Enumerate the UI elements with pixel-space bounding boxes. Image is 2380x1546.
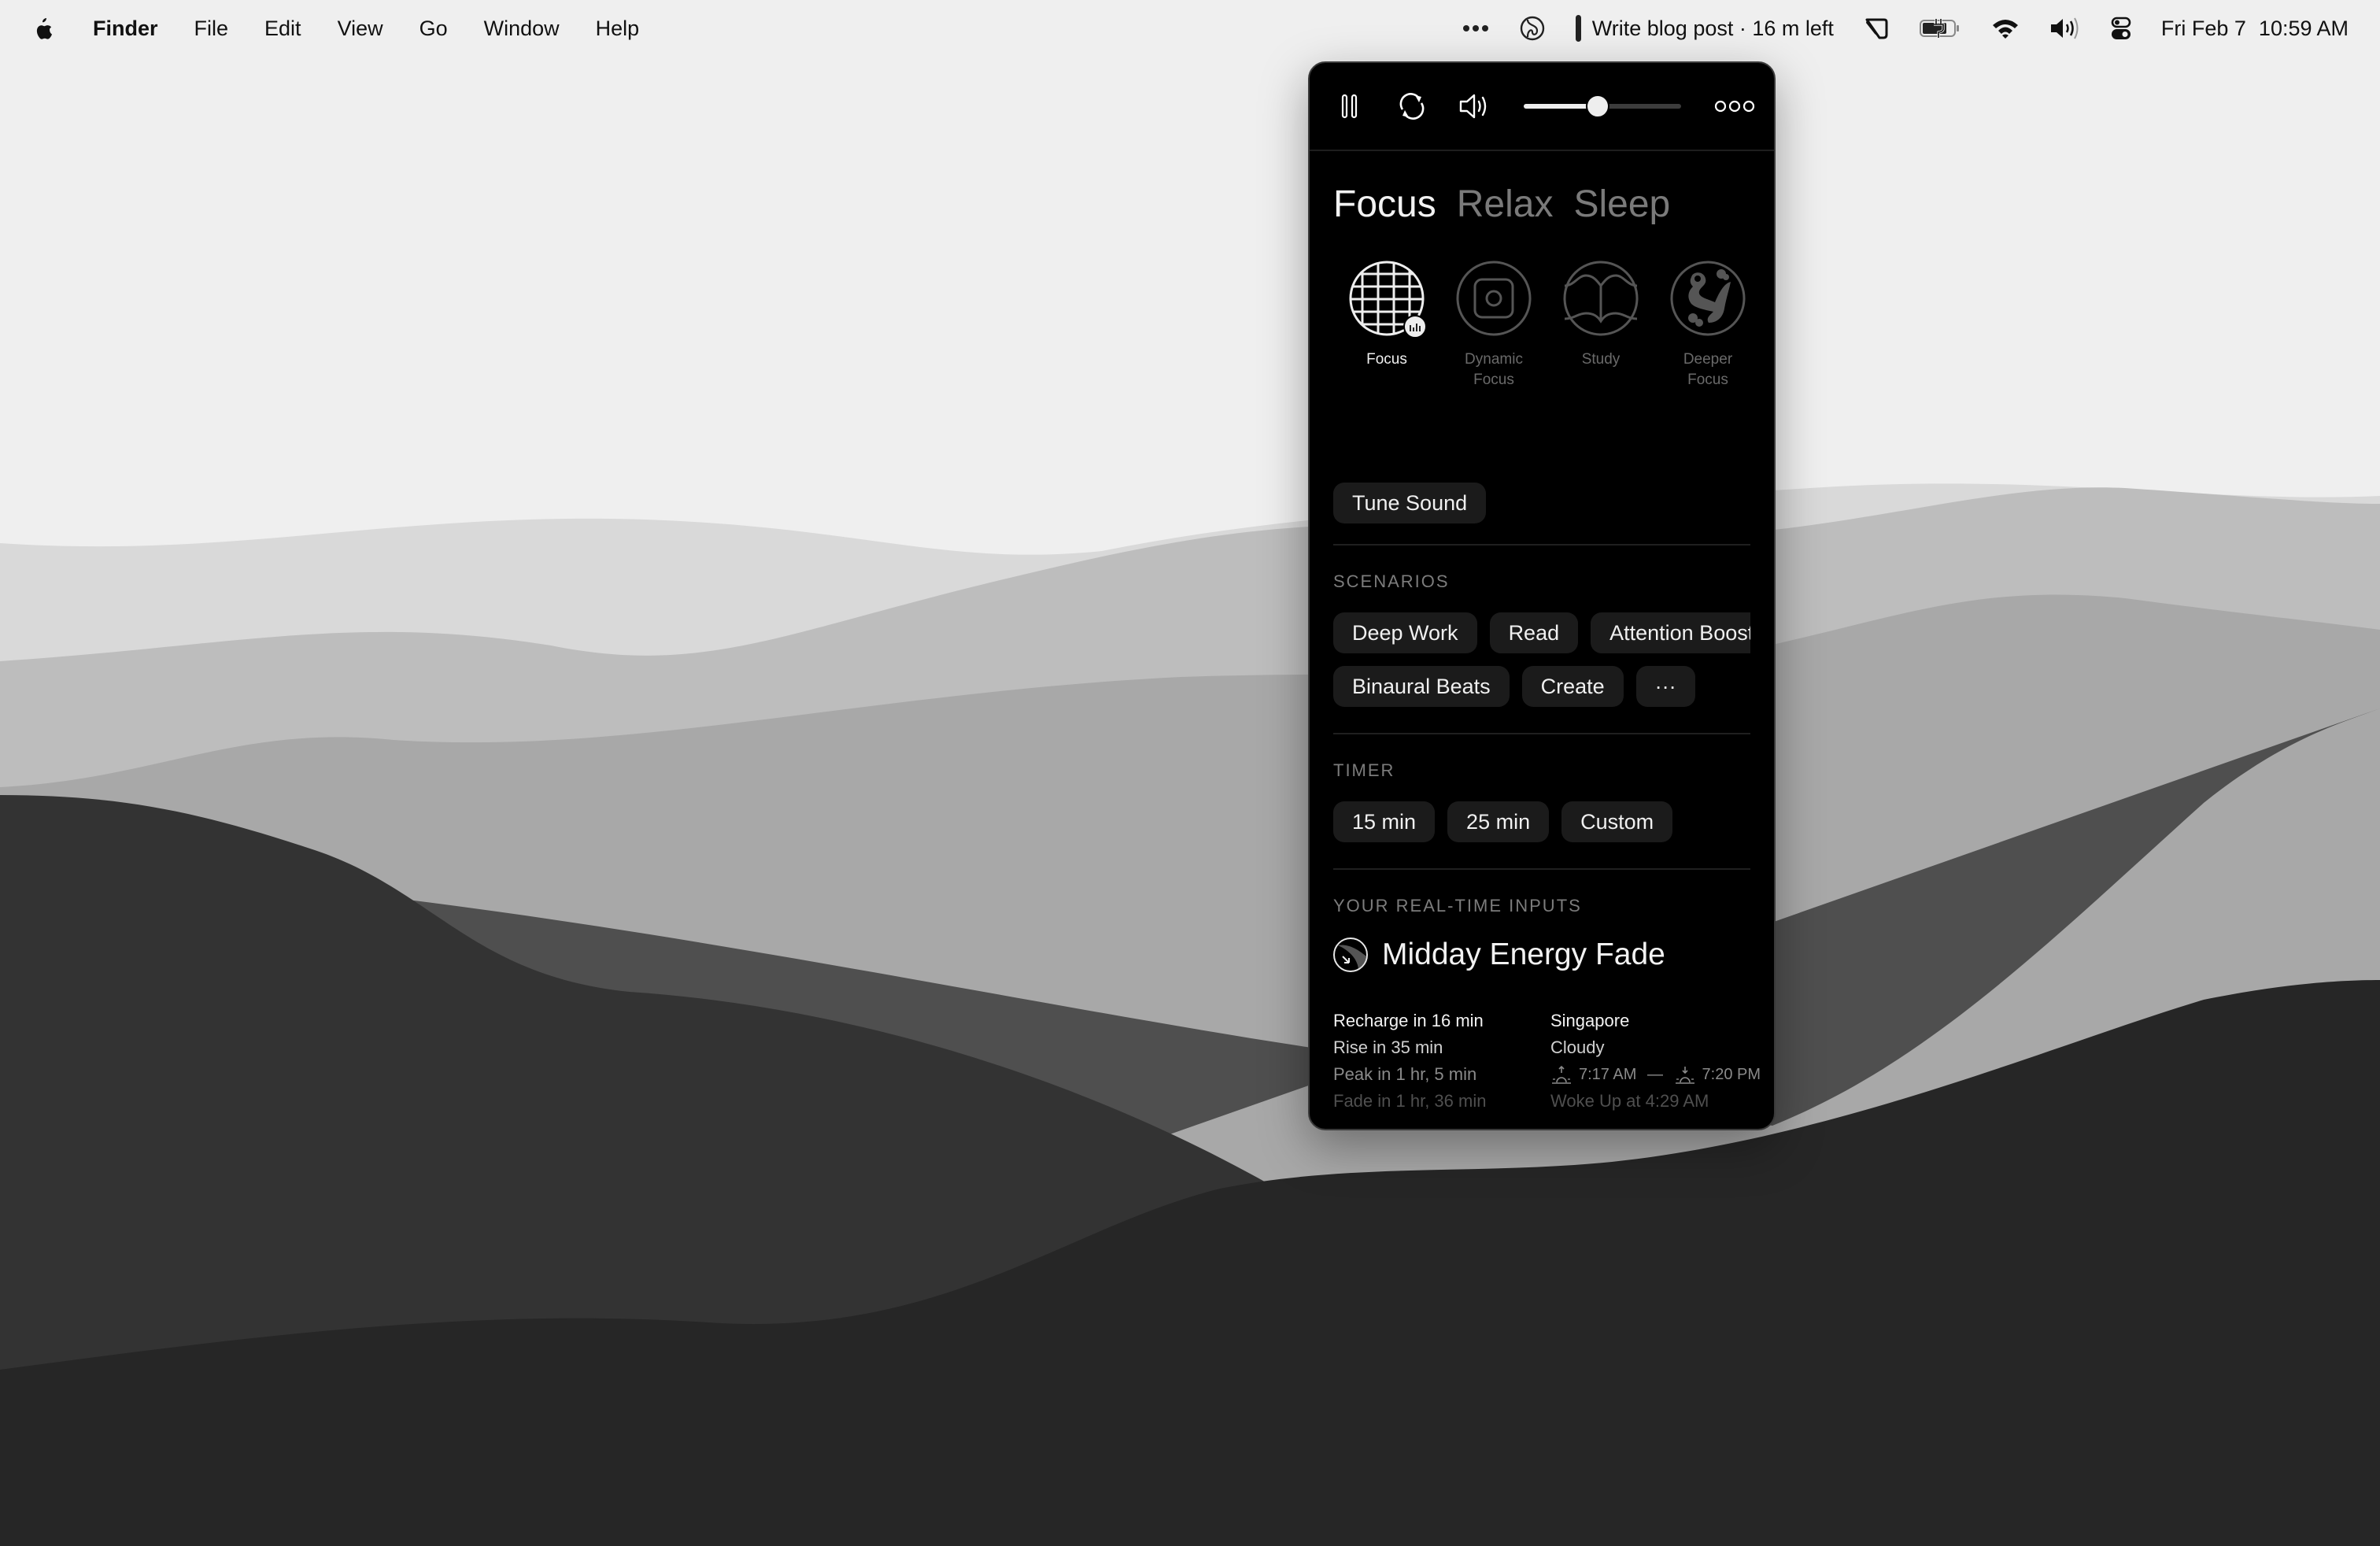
scenario-create[interactable]: Create	[1521, 666, 1624, 707]
volume-icon[interactable]	[2049, 17, 2081, 40]
battery-charging-icon[interactable]	[1919, 18, 1961, 39]
desktop-wallpaper	[0, 0, 2380, 1546]
timer-25-min[interactable]: 25 min	[1447, 801, 1550, 842]
date-text: Fri Feb 7	[2160, 16, 2246, 40]
scenarios-heading: SCENARIOS	[1333, 571, 1450, 591]
menu-bar: Finder File Edit View Go Window Help Wri…	[0, 0, 2380, 57]
inputs-heading: YOUR REAL-TIME INPUTS	[1333, 896, 1582, 915]
square-dot-icon	[1456, 261, 1532, 336]
sunset-time: 7:20 PM	[1702, 1066, 1761, 1083]
soundscape-label: Study	[1581, 351, 1621, 368]
energy-state-title: Midday Energy Fade	[1382, 938, 1665, 971]
rise-text: Rise in 35 min	[1333, 1037, 1443, 1057]
sunrise-time: 7:17 AM	[1579, 1066, 1637, 1083]
soundscape-dynamic-focus[interactable]: Dynamic Focus	[1440, 260, 1547, 390]
volume-slider[interactable]	[1524, 94, 1681, 118]
energy-timeline: Recharge in 16 min Rise in 35 min Peak i…	[1333, 1008, 1486, 1115]
control-center-icon[interactable]	[2111, 17, 2131, 40]
soundscape-deeper-focus[interactable]: Deeper Focus	[1654, 260, 1761, 390]
scenario-attention-boost[interactable]: Attention Boost	[1591, 612, 1750, 653]
soundscape-study[interactable]: Study	[1547, 260, 1654, 390]
display-brightness-icon[interactable]	[1864, 17, 1889, 40]
menu-go[interactable]: Go	[419, 17, 448, 41]
scenario-deep-work[interactable]: Deep Work	[1333, 612, 1477, 653]
fade-text: Fade in 1 hr, 36 min	[1333, 1091, 1487, 1111]
tune-sound-row: Tune Sound	[1333, 483, 1499, 523]
scenarios-row-1: Deep Work Read Attention Boost	[1333, 612, 1750, 653]
wifi-icon[interactable]	[1991, 17, 2020, 39]
daylight-row: 7:17 AM — 7:20 PM	[1550, 1061, 1761, 1088]
soundscape-focus[interactable]: Focus	[1333, 260, 1440, 390]
tab-sleep[interactable]: Sleep	[1573, 183, 1670, 226]
volume-button[interactable]	[1455, 87, 1495, 126]
divider	[1333, 733, 1750, 734]
menu-view[interactable]: View	[338, 17, 383, 41]
sunset-icon	[1675, 1066, 1694, 1084]
player-toolbar	[1310, 63, 1774, 151]
scenarios-row-2: Binaural Beats Create ···	[1333, 666, 1708, 707]
timer-custom[interactable]: Custom	[1561, 801, 1673, 842]
more-options-icon	[1714, 100, 1755, 113]
menu-app-name[interactable]: Finder	[93, 17, 158, 41]
scenario-binaural-beats[interactable]: Binaural Beats	[1333, 666, 1510, 707]
mode-tabs: Focus Relax Sleep	[1333, 183, 1691, 226]
pause-icon	[1341, 94, 1358, 119]
timer-heading: TIMER	[1333, 760, 1395, 780]
endel-icon[interactable]	[1519, 15, 1546, 42]
soundscape-label: Focus	[1366, 351, 1407, 368]
volume-thumb[interactable]	[1586, 94, 1609, 118]
current-task[interactable]: Write blog post · 16 m left	[1575, 15, 1834, 42]
weather-text: Cloudy	[1550, 1037, 1605, 1057]
pause-button[interactable]	[1330, 87, 1369, 126]
recharge-text: Recharge in 16 min	[1333, 1011, 1484, 1030]
speaker-icon	[1459, 94, 1487, 119]
scenario-read[interactable]: Read	[1489, 612, 1579, 653]
replay-button[interactable]	[1392, 87, 1432, 126]
dash: —	[1646, 1066, 1663, 1083]
now-playing-badge-icon	[1403, 315, 1427, 338]
soundscape-label: Deeper Focus	[1683, 351, 1733, 388]
tab-relax[interactable]: Relax	[1457, 183, 1554, 226]
timer-row: 15 min 25 min Custom	[1333, 801, 1685, 842]
open-book-icon	[1563, 261, 1639, 336]
tab-focus[interactable]: Focus	[1333, 183, 1436, 226]
ellipsis-icon[interactable]	[1462, 24, 1489, 32]
tune-sound-button[interactable]: Tune Sound	[1333, 483, 1487, 523]
task-text: Write blog post · 16 m left	[1591, 16, 1834, 40]
soundscape-list: Focus Dynamic Focus Study Deeper Focus	[1333, 260, 1761, 390]
energy-state: Midday Energy Fade	[1333, 938, 1665, 972]
menu-window[interactable]: Window	[484, 17, 560, 41]
menu-edit[interactable]: Edit	[264, 17, 301, 41]
peak-text: Peak in 1 hr, 5 min	[1333, 1064, 1477, 1084]
sunrise-icon	[1552, 1065, 1571, 1084]
refresh-icon	[1399, 93, 1425, 120]
frog-icon	[1670, 261, 1746, 336]
timer-15-min[interactable]: 15 min	[1333, 801, 1436, 842]
location-text: Singapore	[1550, 1011, 1630, 1030]
scenarios-more-button[interactable]: ···	[1635, 666, 1695, 707]
woke-up-text: Woke Up at 4:29 AM	[1550, 1091, 1709, 1111]
time-text: 10:59 AM	[2258, 16, 2349, 40]
apple-logo-icon[interactable]	[30, 14, 54, 43]
menu-help[interactable]: Help	[596, 17, 640, 41]
task-indicator	[1575, 15, 1581, 42]
energy-curve-icon	[1333, 938, 1368, 972]
menu-file[interactable]: File	[194, 17, 229, 41]
clock[interactable]: Fri Feb 7 10:59 AM	[2161, 17, 2349, 41]
divider	[1333, 868, 1750, 870]
soundscape-label: Dynamic Focus	[1465, 351, 1523, 388]
sound-app-panel: Focus Relax Sleep Focus Dynamic Focus St…	[1308, 61, 1776, 1130]
environment-info: Singapore Cloudy 7:17 AM — 7:20 PM Woke …	[1550, 1008, 1761, 1115]
more-options-button[interactable]	[1711, 87, 1758, 126]
divider	[1333, 544, 1750, 546]
